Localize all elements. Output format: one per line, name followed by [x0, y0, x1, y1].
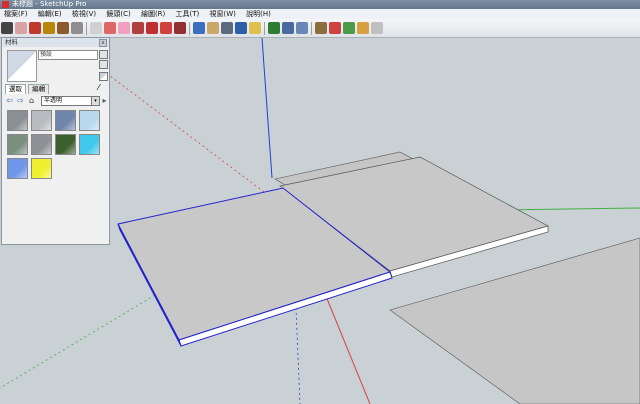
menu-help[interactable]: 說明(H): [246, 10, 271, 18]
swatch-blue-sky-glass[interactable]: [55, 110, 76, 131]
share-component-icon[interactable]: [296, 22, 308, 34]
menu-window[interactable]: 視窗(W): [210, 10, 236, 18]
details-arrow-icon[interactable]: ▸: [100, 96, 109, 105]
push-pull-icon[interactable]: [132, 22, 144, 34]
menu-camera[interactable]: 鏡頭(C): [106, 10, 130, 18]
swatch-dark-green-tint[interactable]: [55, 134, 76, 155]
chevron-down-icon[interactable]: ▾: [91, 97, 99, 105]
home-icon[interactable]: ⌂: [27, 96, 36, 105]
library-select-value: 半透明: [44, 97, 63, 104]
zoom-extents-icon[interactable]: [235, 22, 247, 34]
menu-view[interactable]: 檢視(V): [72, 10, 96, 18]
share-model-icon[interactable]: [282, 22, 294, 34]
rectangle-icon[interactable]: [43, 22, 55, 34]
material-preview: [7, 50, 37, 82]
swatch-light-blue-glass[interactable]: [79, 110, 100, 131]
line-icon[interactable]: [29, 22, 41, 34]
back-arrow-icon[interactable]: ⇦: [5, 96, 14, 105]
swatch-blue-tint[interactable]: [7, 158, 28, 179]
move-icon[interactable]: [146, 22, 158, 34]
menu-bar: 檔案(F) 編輯(E) 檢視(V) 鏡頭(C) 繪圖(R) 工具(T) 視窗(W…: [0, 9, 640, 19]
rotate-icon[interactable]: [160, 22, 172, 34]
tab-select[interactable]: 選取: [5, 84, 26, 94]
swatch-green-striped-glass[interactable]: [7, 134, 28, 155]
library-select[interactable]: 半透明 ▾: [41, 96, 100, 106]
display-secondary-icon[interactable]: [99, 50, 108, 59]
select-icon[interactable]: [1, 22, 13, 34]
toolbar-separator: [311, 22, 312, 35]
swatch-yellow-tint[interactable]: [31, 158, 52, 179]
circle-icon[interactable]: [57, 22, 69, 34]
toolbar-separator: [86, 22, 87, 35]
material-name-field[interactable]: 預設: [38, 50, 98, 60]
toolbar-separator: [264, 22, 265, 35]
sample-paint-icon[interactable]: ⁄: [98, 84, 105, 92]
eraser-icon[interactable]: [15, 22, 27, 34]
main-toolbar: [0, 19, 640, 38]
materials-panel-title: 材料 x: [2, 38, 109, 47]
eraser-icon[interactable]: [118, 22, 130, 34]
previous-view-icon[interactable]: [249, 22, 261, 34]
geo-icon[interactable]: [371, 22, 383, 34]
forward-arrow-icon[interactable]: ⇨: [16, 96, 25, 105]
window-title: 未標題 - SketchUp Pro: [12, 0, 87, 8]
library-nav: ⇦ ⇨ ⌂ 半透明 ▾ ▸: [5, 95, 109, 106]
pan-icon[interactable]: [207, 22, 219, 34]
swatch-cyan-tint[interactable]: [79, 134, 100, 155]
menu-file[interactable]: 檔案(F): [4, 10, 28, 18]
extension-warehouse-icon[interactable]: [315, 22, 327, 34]
create-material-icon[interactable]: [99, 60, 108, 69]
paint-bucket-icon[interactable]: [104, 22, 116, 34]
sketchup-logo-icon: [2, 1, 9, 8]
zoom-icon[interactable]: [221, 22, 233, 34]
menu-tools[interactable]: 工具(T): [176, 10, 200, 18]
photo-texture-icon[interactable]: [357, 22, 369, 34]
default-material-icon[interactable]: [99, 72, 108, 81]
add-location-icon[interactable]: [329, 22, 341, 34]
menu-edit[interactable]: 編輯(E): [38, 10, 62, 18]
materials-title-label: 材料: [5, 38, 18, 46]
orbit-icon[interactable]: [193, 22, 205, 34]
arc-icon[interactable]: [71, 22, 83, 34]
tab-edit[interactable]: 編輯: [28, 84, 50, 94]
materials-panel: 材料 x 預設 選取 編輯 ⁄ ⇦ ⇨ ⌂ 半透明 ▾ ▸: [1, 37, 110, 245]
offset-icon[interactable]: [174, 22, 186, 34]
menu-draw[interactable]: 繪圖(R): [141, 10, 165, 18]
make-component-icon[interactable]: [90, 22, 102, 34]
swatch-frosted-glass[interactable]: [31, 110, 52, 131]
swatch-glass-block[interactable]: [7, 110, 28, 131]
material-tabs: 選取 編輯: [5, 84, 50, 94]
swatch-gray-tint[interactable]: [31, 134, 52, 155]
toggle-terrain-icon[interactable]: [343, 22, 355, 34]
toolbar-separator: [189, 22, 190, 35]
title-bar: 未標題 - SketchUp Pro: [0, 0, 640, 9]
get-models-icon[interactable]: [268, 22, 280, 34]
close-icon[interactable]: x: [99, 39, 107, 47]
